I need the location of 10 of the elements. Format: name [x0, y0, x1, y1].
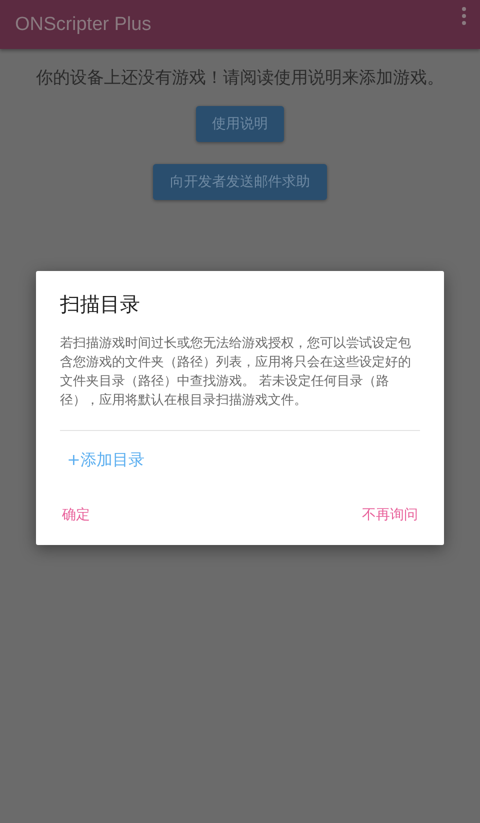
dialog-message: 若扫描游戏时间过长或您无法给游戏授权，您可以尝试设定包含您游戏的文件夹（路径）列表，应用将只会在这些设定好的文件夹目录（路径）中查找游戏。 若未设定任何目录（路径），应用将默认在根目录扫描游戏文件。 [60, 335, 412, 410]
app-title: ONScripter Plus [15, 14, 152, 36]
confirm-button[interactable]: 确定 [56, 506, 96, 524]
dont-ask-again-button[interactable]: 不再询问 [356, 506, 424, 524]
instructions-button[interactable]: 使用说明 [196, 106, 284, 142]
dialog-title: 扫描目录 [60, 291, 141, 318]
empty-message: 你的设备上还没有游戏！请阅读使用说明来添加游戏。 [36, 67, 444, 89]
more-options-icon[interactable] [461, 6, 467, 26]
email-developer-button[interactable]: 向开发者发送邮件求助 [153, 164, 327, 200]
add-directory-link[interactable]: +添加目录 [67, 450, 144, 471]
